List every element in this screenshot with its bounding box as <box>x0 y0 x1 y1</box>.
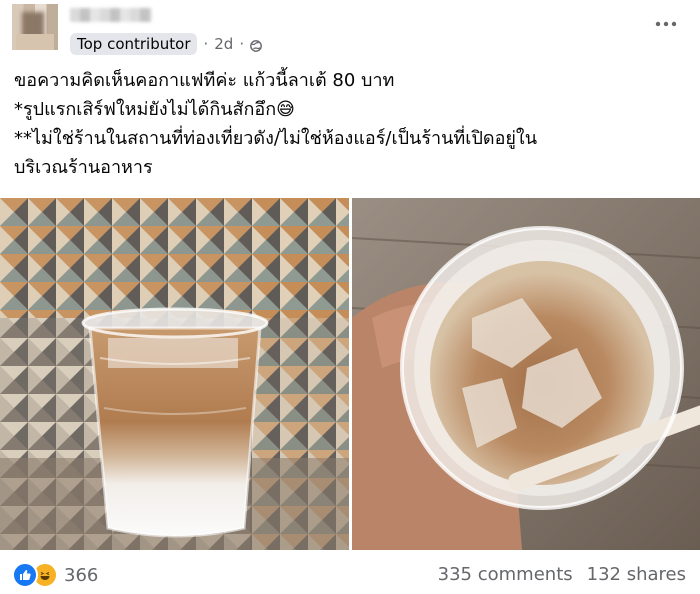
photo-iced-latte-cup[interactable] <box>0 198 349 550</box>
post-header: Top contributor · 2d · <box>0 0 700 64</box>
post-timestamp[interactable]: 2d <box>214 35 233 53</box>
post-meta: Top contributor · 2d · <box>70 33 263 55</box>
top-contributor-badge[interactable]: Top contributor <box>70 33 198 55</box>
post-photos <box>0 198 700 550</box>
globe-icon <box>250 38 263 52</box>
comments-count-link[interactable]: 335 comments <box>438 564 573 585</box>
more-horizontal-icon[interactable] <box>654 14 678 34</box>
avatar[interactable] <box>12 4 58 50</box>
reactions-summary[interactable]: 366 <box>12 562 98 588</box>
separator-dot: · <box>203 35 209 53</box>
photo-cup-top-view[interactable] <box>352 198 700 550</box>
shares-count-link[interactable]: 132 shares <box>587 564 686 585</box>
post-footer: 366 335 comments 132 shares <box>0 554 700 594</box>
separator-dot: · <box>239 35 245 53</box>
reaction-count: 366 <box>64 564 99 586</box>
post-text-line: บริเวณร้านอาหาร <box>14 157 153 178</box>
author-name-blurred[interactable] <box>70 8 152 22</box>
post-text-line: ขอความคิดเห็นคอกาแฟทีค่ะ แก้วนี้ลาเต้ 80… <box>14 70 395 91</box>
post-stats: 335 comments 132 shares <box>438 564 686 585</box>
post-text: ขอความคิดเห็นคอกาแฟทีค่ะ แก้วนี้ลาเต้ 80… <box>14 66 686 182</box>
post-text-line: *รูปแรกเสิร์ฟใหม่ยังไม่ได้กินสักอึก😅 <box>14 99 295 120</box>
like-reaction-icon <box>12 562 38 588</box>
post-text-line: **ไม่ใช่ร้านในสถานที่ท่องเที่ยวดัง/ไม่ใช… <box>14 128 538 149</box>
